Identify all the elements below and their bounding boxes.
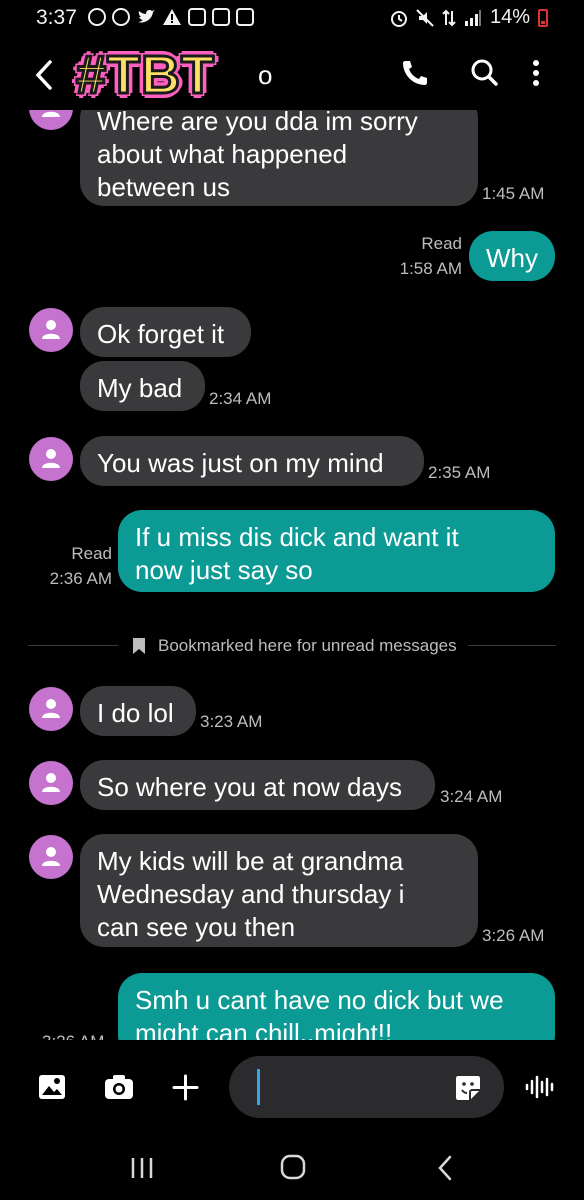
message-time: 2:35 AM xyxy=(428,463,491,482)
outgoing-message-bubble[interactable]: Why xyxy=(469,231,555,281)
camera-icon[interactable] xyxy=(104,1074,134,1100)
contact-avatar[interactable] xyxy=(29,687,73,731)
status-time: 3:37 xyxy=(36,6,77,29)
calendar-icon xyxy=(212,8,230,26)
person-icon xyxy=(42,449,60,468)
message-composer xyxy=(0,1050,584,1130)
signal-icon xyxy=(464,9,481,26)
outgoing-message-bubble[interactable]: Smh u cant have no dick but we might can… xyxy=(118,973,555,1040)
incoming-message-bubble[interactable]: My bad xyxy=(80,361,205,411)
message-text: I do lol xyxy=(97,698,174,728)
contact-avatar[interactable] xyxy=(29,110,73,130)
incoming-message-bubble[interactable]: Ok forget it xyxy=(80,307,251,357)
contact-avatar[interactable] xyxy=(29,308,73,352)
message-time: 1:45 AM xyxy=(482,184,545,203)
app-icon xyxy=(236,8,254,26)
incoming-message-bubble[interactable]: You was just on my mind xyxy=(80,436,424,486)
add-icon[interactable] xyxy=(172,1074,199,1101)
message-input[interactable] xyxy=(229,1056,504,1118)
message-text: Why xyxy=(486,243,538,273)
person-icon xyxy=(42,699,60,718)
text-cursor xyxy=(257,1069,260,1105)
message-line: about what happened xyxy=(97,139,348,169)
unread-bookmark-divider: Bookmarked here for unread messages xyxy=(28,632,556,662)
message-line: If u miss dis dick and want it xyxy=(135,522,459,552)
incoming-message-bubble[interactable]: So where you at now days xyxy=(80,760,435,810)
more-icon[interactable] xyxy=(530,58,542,88)
contact-avatar[interactable] xyxy=(29,835,73,879)
message-line: Where are you dda im sorry xyxy=(97,110,418,136)
read-receipt: Read 1:58 AM xyxy=(370,231,462,281)
voice-icon[interactable] xyxy=(524,1072,554,1102)
person-icon xyxy=(42,111,60,117)
message-time: 3:23 AM xyxy=(200,712,263,731)
message-time: 1:58 AM xyxy=(399,259,462,278)
alarm-icon xyxy=(390,10,407,27)
home-icon[interactable] xyxy=(280,1154,306,1180)
battery-percent: 14% xyxy=(489,6,530,28)
read-status: Read xyxy=(421,234,462,253)
message-time: 3:26 AM xyxy=(42,1032,104,1040)
divider-line xyxy=(468,645,556,646)
message-line: now just say so xyxy=(135,555,313,585)
message-line: can see you then xyxy=(97,912,296,942)
data-icon xyxy=(442,9,456,26)
outgoing-message-bubble[interactable]: If u miss dis dick and want it now just … xyxy=(118,510,555,592)
message-line: between us xyxy=(97,172,230,202)
conversation-header: o #TBT xyxy=(0,40,584,110)
system-navigation-bar xyxy=(0,1140,584,1200)
contact-avatar[interactable] xyxy=(29,437,73,481)
message-text: You was just on my mind xyxy=(97,448,384,478)
read-receipt: Read 2:36 AM xyxy=(30,541,112,591)
twitter-icon xyxy=(138,10,155,23)
divider-line xyxy=(28,645,118,646)
incoming-message-bubble[interactable]: My kids will be at grandma Wednesday and… xyxy=(80,834,478,947)
notification-icon xyxy=(112,8,130,26)
status-right-icons: 14% xyxy=(390,6,548,29)
mute-icon xyxy=(416,8,434,27)
warning-icon xyxy=(163,9,181,25)
incoming-message-bubble[interactable]: I do lol xyxy=(80,686,196,736)
message-list[interactable]: Where are you dda im sorry about what ha… xyxy=(0,110,584,1040)
status-left-icons xyxy=(88,8,254,26)
incoming-message-bubble[interactable]: Where are you dda im sorry about what ha… xyxy=(80,110,478,206)
message-text: Ok forget it xyxy=(97,319,225,349)
battery-icon xyxy=(538,8,548,27)
sticker-icon[interactable] xyxy=(455,1075,481,1101)
back-icon[interactable] xyxy=(32,58,58,92)
message-line: My kids will be at grandma xyxy=(97,846,404,876)
search-icon[interactable] xyxy=(470,58,498,88)
recents-icon[interactable] xyxy=(130,1156,154,1180)
person-icon xyxy=(42,773,60,792)
bookmark-icon xyxy=(133,638,145,654)
phone-icon[interactable] xyxy=(400,58,430,88)
gallery-icon[interactable] xyxy=(38,1074,66,1100)
message-text: My bad xyxy=(97,373,183,403)
message-time: 3:24 AM xyxy=(440,787,503,806)
notification-icon xyxy=(88,8,106,26)
app-icon xyxy=(188,8,206,26)
status-bar: 3:37 14% xyxy=(0,0,584,36)
message-line: might can chill..might!! xyxy=(135,1018,393,1040)
contact-name-partial: o xyxy=(258,60,273,90)
bookmark-text: Bookmarked here for unread messages xyxy=(158,636,457,655)
message-text: So where you at now days xyxy=(97,772,402,802)
tbt-overlay-sticker: #TBT xyxy=(75,44,216,107)
message-time: 2:34 AM xyxy=(209,389,272,408)
contact-avatar[interactable] xyxy=(29,761,73,805)
person-icon xyxy=(42,320,60,339)
person-icon xyxy=(42,847,60,866)
back-nav-icon[interactable] xyxy=(436,1154,454,1182)
message-line: Wednesday and thursday i xyxy=(97,879,405,909)
message-time: 2:36 AM xyxy=(49,569,112,588)
message-line: Smh u cant have no dick but we xyxy=(135,985,504,1015)
read-status: Read xyxy=(71,544,112,563)
message-time: 3:26 AM xyxy=(482,926,545,945)
